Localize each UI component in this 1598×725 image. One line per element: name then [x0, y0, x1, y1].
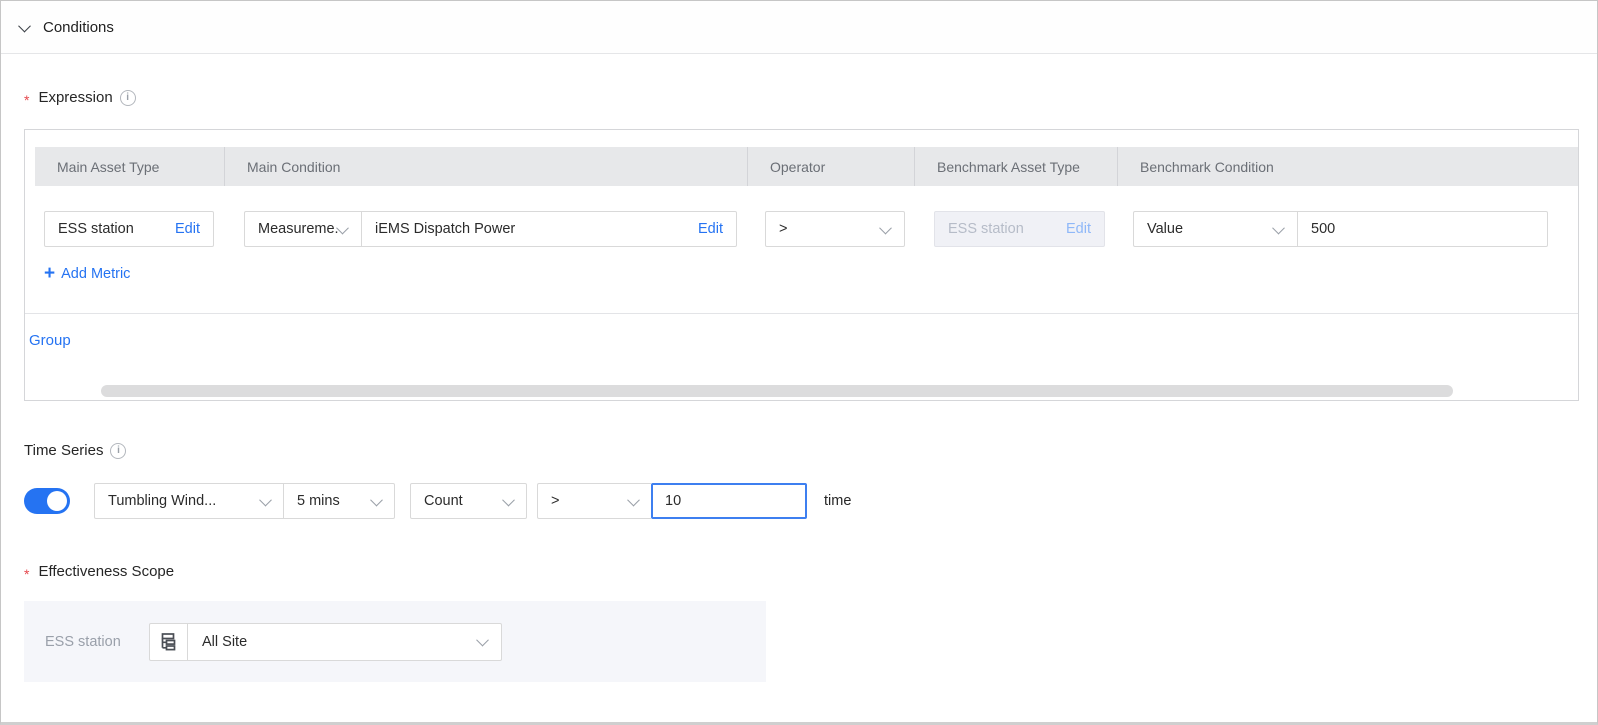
benchmark-asset-type-value: ESS station [935, 221, 1024, 237]
chevron-down-icon [879, 221, 892, 234]
aggregator-select[interactable]: Count [410, 483, 527, 519]
operator-value: > [766, 221, 787, 237]
add-metric-label: Add Metric [61, 266, 130, 282]
required-asterisk: * [24, 92, 29, 108]
window-type-select[interactable]: Tumbling Wind... [95, 484, 283, 518]
add-metric-button[interactable]: + Add Metric [44, 264, 130, 283]
threshold-value: 10 [665, 493, 681, 509]
chevron-down-icon [502, 493, 515, 506]
benchmark-asset-type-field: ESS station Edit [934, 211, 1105, 247]
ts-operator-select[interactable]: > [537, 483, 651, 519]
effectiveness-scope-panel: ESS station All Site [24, 601, 766, 682]
col-header-main-asset-type: Main Asset Type [35, 147, 224, 186]
chevron-down-icon [476, 634, 489, 647]
tree-structure-button[interactable] [150, 624, 188, 660]
main-condition-metric-value: iEMS Dispatch Power [362, 221, 515, 237]
time-series-label: Time Series [24, 442, 103, 459]
main-asset-type-field: ESS station Edit [44, 211, 214, 247]
operator-select[interactable]: > [765, 211, 905, 247]
threshold-input[interactable]: 10 [651, 483, 807, 519]
scope-asset-type-label: ESS station [45, 634, 149, 650]
effectiveness-scope-label-row: * Effectiveness Scope [24, 563, 174, 580]
site-select-value: All Site [188, 634, 247, 650]
time-series-toggle[interactable] [24, 488, 70, 514]
window-group: Tumbling Wind... 5 mins [94, 483, 395, 519]
expression-group-row: Group [25, 314, 1578, 400]
conditions-title: Conditions [43, 19, 114, 36]
info-icon[interactable]: i [120, 90, 136, 106]
col-header-benchmark-asset-type: Benchmark Asset Type [914, 147, 1117, 186]
expression-label: Expression [38, 89, 112, 106]
chevron-down-icon [627, 493, 640, 506]
expression-table-row: ESS station Edit Measureme... iEMS Dispa… [25, 186, 1578, 314]
threshold-unit-label: time [824, 493, 851, 509]
tree-structure-icon [159, 632, 178, 651]
benchmark-condition-type-select[interactable]: Value [1133, 211, 1297, 247]
main-asset-type-edit-link[interactable]: Edit [175, 221, 200, 237]
plus-icon: + [44, 264, 55, 283]
effectiveness-scope-label: Effectiveness Scope [38, 563, 174, 580]
site-select[interactable]: All Site [188, 624, 501, 660]
main-condition-metric-field: iEMS Dispatch Power Edit [361, 211, 737, 247]
col-header-main-condition: Main Condition [224, 147, 747, 186]
expression-table-header: Main Asset Type Main Condition Operator … [35, 147, 1578, 186]
conditions-panel: Conditions * Expression i Main Asset Typ… [0, 0, 1598, 725]
benchmark-value: 500 [1298, 221, 1335, 237]
expression-table: Main Asset Type Main Condition Operator … [24, 129, 1579, 401]
main-condition-edit-link[interactable]: Edit [698, 221, 723, 237]
aggregator-value: Count [411, 493, 463, 509]
col-header-benchmark-condition: Benchmark Condition [1117, 147, 1578, 186]
required-asterisk: * [24, 566, 29, 582]
toggle-knob [47, 491, 67, 511]
expression-label-row: * Expression i [24, 89, 136, 106]
main-condition-type-select[interactable]: Measureme... [244, 211, 361, 247]
main-asset-type-value: ESS station [45, 221, 134, 237]
scope-selector-group: All Site [149, 623, 502, 661]
benchmark-condition-type-value: Value [1134, 221, 1183, 237]
benchmark-asset-type-edit-link: Edit [1066, 221, 1091, 237]
interval-value: 5 mins [284, 493, 340, 509]
table-top-spacer [25, 130, 1578, 147]
info-icon[interactable]: i [110, 443, 126, 459]
col-header-operator: Operator [747, 147, 914, 186]
chevron-down-icon[interactable] [18, 19, 31, 32]
interval-select[interactable]: 5 mins [283, 484, 394, 518]
conditions-header[interactable]: Conditions [1, 1, 1597, 54]
horizontal-scrollbar[interactable] [101, 385, 1453, 397]
ts-operator-value: > [538, 493, 559, 509]
chevron-down-icon [1272, 221, 1285, 234]
group-link[interactable]: Group [29, 332, 71, 349]
benchmark-value-input[interactable]: 500 [1297, 211, 1548, 247]
chevron-down-icon [370, 493, 383, 506]
chevron-down-icon [336, 221, 349, 234]
window-type-value: Tumbling Wind... [95, 493, 216, 509]
time-series-controls: Tumbling Wind... 5 mins Count > 10 time [24, 483, 851, 519]
chevron-down-icon [259, 493, 272, 506]
time-series-label-row: Time Series i [24, 442, 126, 459]
main-condition-type-value: Measureme... [245, 221, 338, 237]
